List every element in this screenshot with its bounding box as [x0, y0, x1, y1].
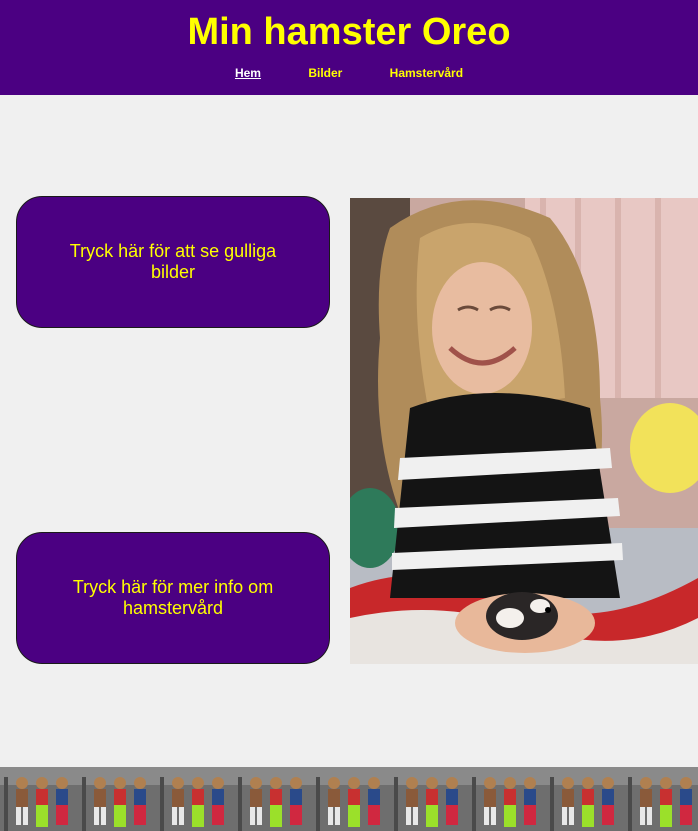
main-nav: Hem Bilder Hamstervård	[0, 66, 698, 80]
nav-link-hamster-care[interactable]: Hamstervård	[390, 66, 463, 80]
hamster-care-button[interactable]: Tryck här för mer info om hamstervård	[16, 532, 330, 664]
site-header: Min hamster Oreo Hem Bilder Hamstervård	[0, 0, 698, 95]
site-title: Min hamster Oreo	[187, 11, 511, 53]
hamster-banner-strip	[0, 767, 698, 831]
nav-link-pictures[interactable]: Bilder	[308, 66, 342, 80]
girl-with-hamster-photo	[350, 198, 698, 664]
pictures-button-label: Tryck här för att se gulliga bilder	[69, 241, 277, 282]
nav-link-home[interactable]: Hem	[235, 66, 261, 80]
hamster-care-button-label: Tryck här för mer info om hamstervård	[72, 577, 274, 618]
pictures-button[interactable]: Tryck här för att se gulliga bilder	[16, 196, 330, 328]
